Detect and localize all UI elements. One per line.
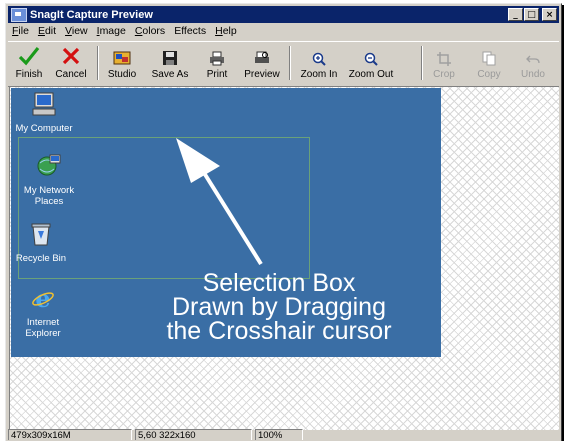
zoom-in-icon <box>312 52 326 66</box>
zoom-in-button[interactable]: Zoom In <box>295 44 343 84</box>
menu-help-key: H <box>215 25 223 37</box>
floppy-disk-icon <box>163 51 177 65</box>
undo-label: Undo <box>521 69 545 80</box>
menu-help[interactable]: Help <box>211 24 242 40</box>
preview-label: Preview <box>244 69 280 80</box>
undo-button[interactable]: Undo <box>516 44 550 84</box>
menu-view-label: iew <box>71 25 88 37</box>
menu-help-label: elp <box>222 25 237 37</box>
studio-icon <box>113 51 131 65</box>
finish-button[interactable]: Finish <box>12 44 46 84</box>
print-button[interactable]: Print <box>200 44 234 84</box>
menu-file[interactable]: File <box>8 24 34 40</box>
menu-effects-label: Effects <box>174 25 207 37</box>
zoom-out-button[interactable]: Zoom Out <box>346 44 396 84</box>
crop-icon <box>437 52 451 66</box>
undo-icon <box>526 55 540 64</box>
copy-label: Copy <box>477 69 501 80</box>
annotation-text: Selection Box Drawn by Dragging the Cros… <box>121 269 437 345</box>
studio-button[interactable]: Studio <box>102 44 142 84</box>
window-title: SnagIt Capture Preview <box>30 8 153 21</box>
menu-effects[interactable]: Effects <box>170 24 211 40</box>
toolbar: Finish Cancel Studio Save As Print Previ… <box>8 41 559 87</box>
crop-label: Crop <box>433 69 455 80</box>
title-bar[interactable]: SnagIt Capture Preview _ □ × <box>8 6 559 23</box>
preview-button[interactable]: Preview <box>240 44 284 84</box>
annotation-line2: Drawn by Dragging <box>172 293 386 321</box>
capture-canvas[interactable]: My Computer My Network Places Recycle Bi… <box>9 86 559 430</box>
menu-view-key: V <box>65 25 72 37</box>
status-bar: 479x309x16M 5,60 322x160 100% <box>8 429 559 441</box>
minimize-button[interactable]: _ <box>508 8 523 21</box>
toolbar-separator-2 <box>289 46 291 80</box>
print-label: Print <box>206 69 228 80</box>
toolbar-separator-3 <box>421 46 423 80</box>
snagit-app-icon[interactable] <box>11 7 27 22</box>
checkmark-icon <box>18 47 40 66</box>
captured-desktop-image[interactable]: My Computer My Network Places Recycle Bi… <box>11 88 441 357</box>
status-selection-info: 5,60 322x160 <box>135 429 252 441</box>
toolbar-separator <box>97 46 99 80</box>
menu-view[interactable]: View <box>61 24 93 40</box>
copy-button[interactable]: Copy <box>472 44 506 84</box>
annotation-line1: Selection Box <box>202 269 356 297</box>
status-zoom: 100% <box>255 429 303 441</box>
x-icon <box>62 47 80 65</box>
menu-file-label: ile <box>18 25 29 37</box>
menu-colors[interactable]: Colors <box>131 24 170 40</box>
menu-edit-key: E <box>37 25 45 37</box>
menu-edit[interactable]: Edit <box>34 24 61 40</box>
menu-image-label: mage <box>99 25 126 37</box>
snagit-preview-window: SnagIt Capture Preview _ □ × File Edit V… <box>5 3 562 441</box>
cancel-button[interactable]: Cancel <box>52 44 90 84</box>
copy-icon <box>482 51 496 66</box>
cancel-label: Cancel <box>55 69 87 80</box>
finish-label: Finish <box>15 69 43 80</box>
menu-edit-label: dit <box>44 25 57 37</box>
close-button[interactable]: × <box>542 8 557 21</box>
zoom-out-label: Zoom Out <box>348 69 394 80</box>
print-preview-icon <box>255 51 269 63</box>
menu-colors-label: olors <box>142 25 166 37</box>
menu-image[interactable]: Image <box>93 24 131 40</box>
save-as-label: Save As <box>151 69 189 80</box>
annotation-line3: the Crosshair cursor <box>166 317 392 345</box>
studio-label: Studio <box>107 69 137 80</box>
zoom-out-icon <box>364 52 378 66</box>
printer-icon <box>210 51 224 66</box>
menu-bar: File Edit View Image Colors Effects Help <box>8 24 559 40</box>
status-image-info: 479x309x16M <box>8 429 132 441</box>
zoom-in-label: Zoom In <box>300 69 338 80</box>
save-as-button[interactable]: Save As <box>148 44 192 84</box>
maximize-button[interactable]: □ <box>524 8 539 21</box>
crop-button[interactable]: Crop <box>427 44 461 84</box>
